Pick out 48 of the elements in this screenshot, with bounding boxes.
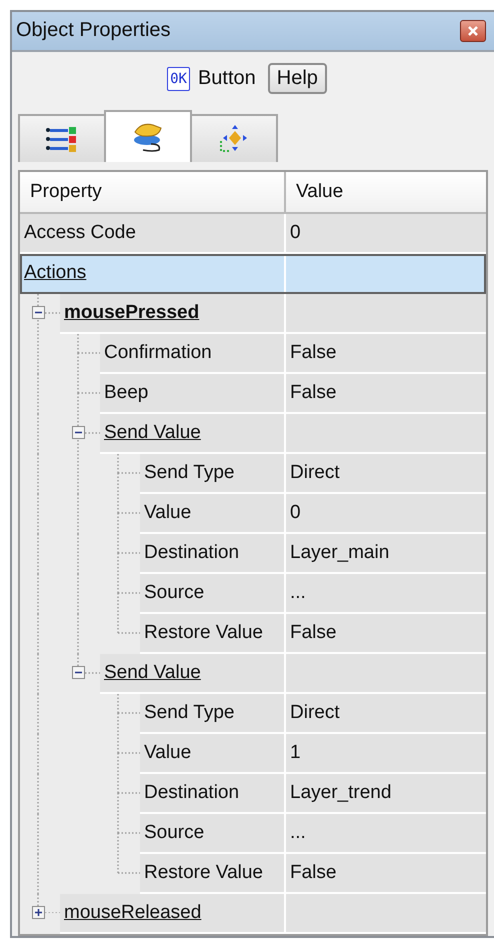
- property-name[interactable]: Source: [140, 574, 286, 614]
- property-name[interactable]: Restore Value: [140, 614, 286, 654]
- property-value[interactable]: 0: [286, 494, 486, 534]
- property-value[interactable]: ...: [286, 814, 486, 854]
- help-button[interactable]: Help: [268, 63, 327, 94]
- property-name[interactable]: Beep: [100, 374, 286, 414]
- expand-icon[interactable]: [32, 906, 45, 919]
- tab[interactable]: [18, 114, 106, 162]
- property-name[interactable]: Send Type: [140, 694, 286, 734]
- property-value[interactable]: Direct: [286, 454, 486, 494]
- property-name[interactable]: Value: [140, 494, 286, 534]
- property-name[interactable]: Send Value: [100, 414, 286, 454]
- property-value[interactable]: False: [286, 854, 486, 894]
- property-value[interactable]: False: [286, 614, 486, 654]
- property-value[interactable]: [286, 254, 486, 294]
- property-value[interactable]: ...: [286, 574, 486, 614]
- property-name[interactable]: Send Value: [100, 654, 286, 694]
- property-name[interactable]: Destination: [140, 774, 286, 814]
- property-name[interactable]: Restore Value: [140, 854, 286, 894]
- property-value[interactable]: Layer_main: [286, 534, 486, 574]
- button-type-icon: 0K: [167, 66, 190, 91]
- property-name[interactable]: Confirmation: [100, 334, 286, 374]
- collapse-icon[interactable]: [32, 306, 45, 319]
- property-name[interactable]: Send Type: [140, 454, 286, 494]
- list-icon: [45, 124, 79, 154]
- close-icon: [467, 24, 479, 37]
- property-name[interactable]: mouseReleased: [60, 894, 286, 934]
- property-value[interactable]: False: [286, 334, 486, 374]
- column-header[interactable]: Property: [20, 172, 286, 212]
- property-name[interactable]: mousePressed: [60, 294, 286, 334]
- column-header[interactable]: Value: [286, 172, 486, 212]
- close-button[interactable]: [460, 20, 486, 42]
- property-name[interactable]: Destination: [140, 534, 286, 574]
- property-name[interactable]: Access Code: [20, 214, 286, 254]
- property-name[interactable]: Source: [140, 814, 286, 854]
- object-type-label: Button: [198, 67, 256, 90]
- property-name[interactable]: Actions: [20, 254, 286, 294]
- property-value[interactable]: Direct: [286, 694, 486, 734]
- property-name[interactable]: Value: [140, 734, 286, 774]
- property-value[interactable]: False: [286, 374, 486, 414]
- property-value[interactable]: Layer_trend: [286, 774, 486, 814]
- collapse-icon[interactable]: [72, 426, 85, 439]
- property-value[interactable]: 0: [286, 214, 486, 254]
- collapse-icon[interactable]: [72, 666, 85, 679]
- tree-connector: [37, 374, 100, 414]
- window-title: Object Properties: [16, 19, 171, 42]
- tab[interactable]: [104, 110, 192, 162]
- property-value[interactable]: 1: [286, 734, 486, 774]
